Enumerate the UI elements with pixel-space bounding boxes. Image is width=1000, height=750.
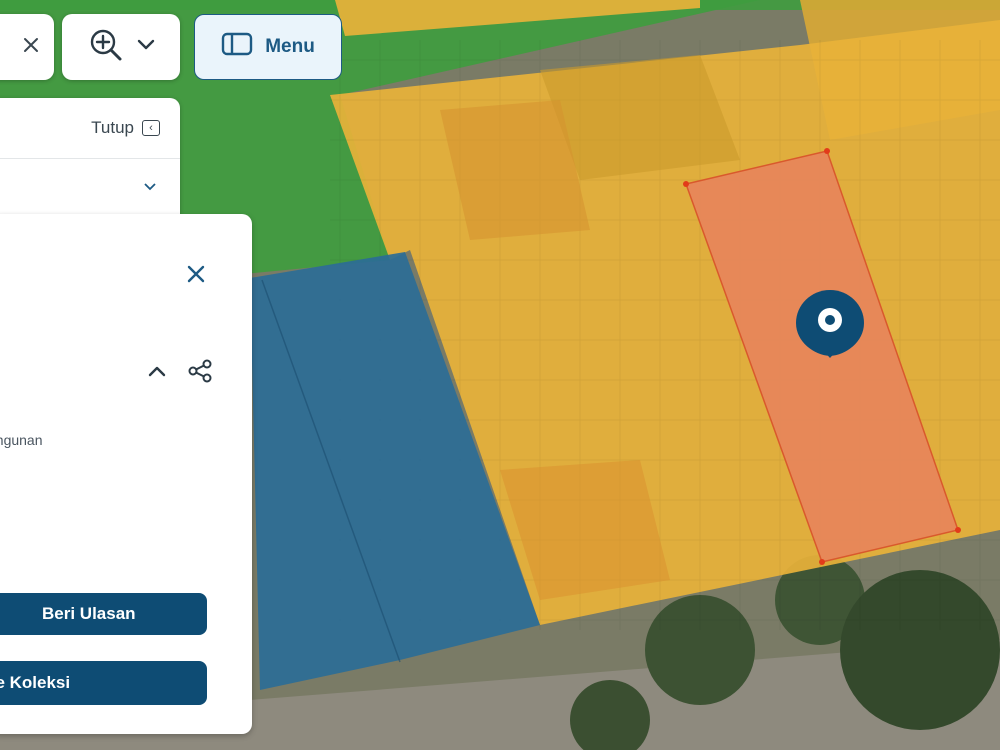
close-panel-button[interactable]: Tutup ‹ xyxy=(91,118,160,138)
share-icon[interactable] xyxy=(187,359,213,383)
close-icon[interactable] xyxy=(22,36,40,59)
zoom-in-icon[interactable] xyxy=(87,27,127,68)
close-icon[interactable] xyxy=(184,262,208,286)
side-panel: Tutup ‹ xyxy=(0,98,180,228)
close-panel-label: Tutup xyxy=(91,118,134,137)
building-type-text: angunan xyxy=(0,432,43,448)
chevron-down-icon[interactable] xyxy=(144,178,156,194)
chevron-left-icon: ‹ xyxy=(142,120,160,136)
zoom-control[interactable] xyxy=(62,14,180,80)
add-to-collection-button[interactable]: ke Koleksi xyxy=(0,661,207,705)
divider xyxy=(0,158,180,159)
review-button[interactable]: Beri Ulasan xyxy=(0,593,207,635)
chevron-down-icon[interactable] xyxy=(137,38,155,56)
chevron-up-icon[interactable] xyxy=(146,360,168,382)
search-box xyxy=(0,14,54,80)
parcel-info-card: angunan Beri Ulasan ke Koleksi xyxy=(0,214,252,734)
sidebar-icon xyxy=(221,32,253,62)
menu-label: Menu xyxy=(265,36,315,57)
menu-button[interactable]: Menu xyxy=(194,14,342,80)
